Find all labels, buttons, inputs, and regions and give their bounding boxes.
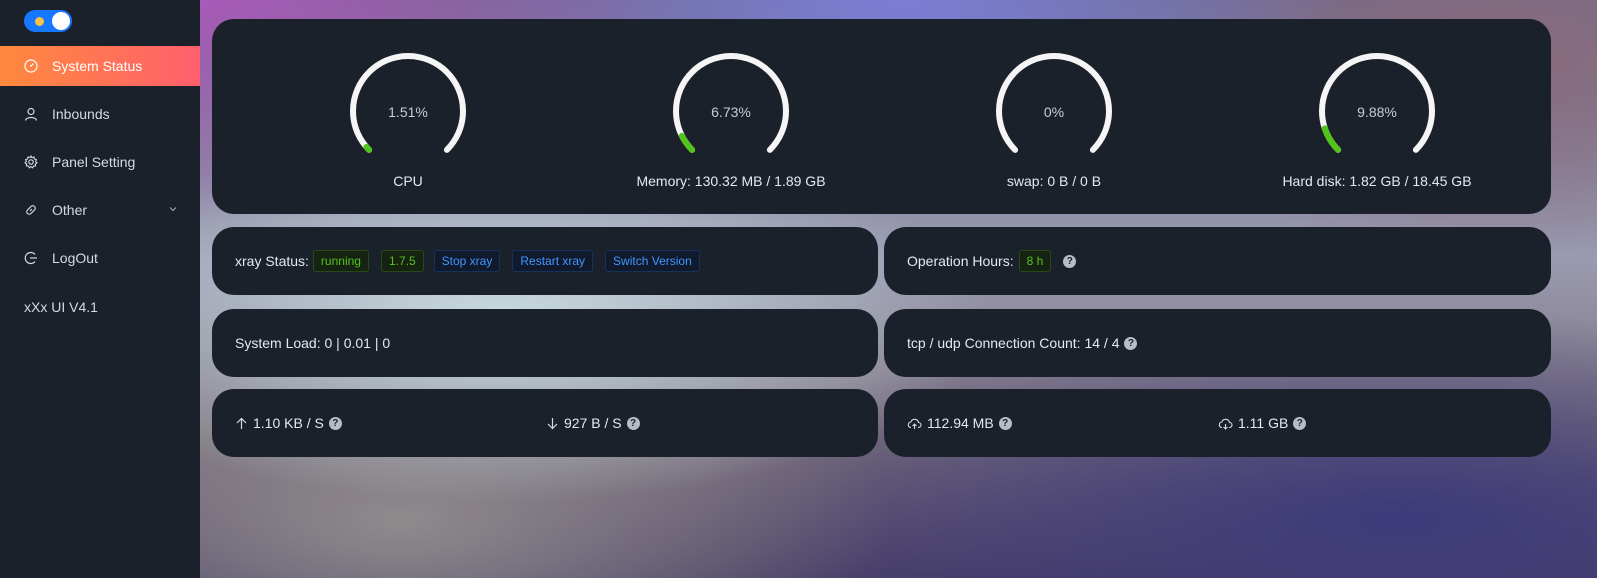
swap-gauge: 0% swap: 0 B / 0 B	[921, 19, 1181, 214]
download-speed-value: 927 B / S	[564, 415, 622, 431]
help-icon[interactable]: ?	[998, 416, 1012, 430]
network-total-card: 112.94 MB ? 1.11 GB ?	[884, 389, 1551, 457]
gauge-fill	[363, 144, 373, 153]
upload-speed: 1.10 KB / S ?	[235, 389, 342, 457]
logout-icon	[24, 251, 38, 265]
disk-gauge: 9.88% Hard disk: 1.82 GB / 18.45 GB	[1244, 19, 1504, 214]
operation-hours-badge: 8 h	[1018, 250, 1052, 272]
arrow-up-icon	[236, 417, 247, 429]
gauge-track	[1319, 53, 1435, 153]
swap-percent: 0%	[1043, 104, 1065, 120]
cpu-label: CPU	[393, 173, 423, 189]
sidebar-item-label: Panel Setting	[52, 154, 136, 170]
xray-status-card: xray Status: running 1.7.5 Stop xray Res…	[212, 227, 878, 295]
gear-icon	[24, 155, 38, 169]
chevron-down-icon	[169, 207, 177, 212]
restart-xray-button[interactable]: Restart xray	[512, 250, 594, 272]
disk-label: Hard disk: 1.82 GB / 18.45 GB	[1282, 173, 1472, 189]
sidebar-item-label: Other	[52, 202, 88, 218]
gauge-track	[996, 53, 1112, 153]
total-download: 1.11 GB ?	[1218, 389, 1307, 457]
disk-percent: 9.88%	[1357, 104, 1397, 120]
cloud-download-icon	[1218, 418, 1233, 430]
xray-status-label: xray Status:	[235, 253, 309, 269]
total-download-value: 1.11 GB	[1238, 415, 1289, 431]
cloud-upload-icon	[907, 418, 922, 429]
operation-hours-label: Operation Hours:	[907, 253, 1014, 269]
help-icon[interactable]: ?	[1063, 254, 1077, 268]
sidebar-item-label: LogOut	[52, 250, 98, 266]
sidebar-item-label: Inbounds	[52, 106, 110, 122]
gauge-track	[673, 53, 789, 153]
theme-toggle[interactable]	[24, 10, 72, 32]
cpu-gauge: 1.51% CPU	[275, 19, 535, 214]
xray-running-badge: running	[312, 250, 369, 272]
system-load-text: System Load: 0 | 0.01 | 0	[235, 335, 391, 351]
user-icon	[24, 107, 38, 121]
connection-count-text: tcp / udp Connection Count: 14 / 4	[907, 335, 1120, 351]
gauge-fill	[1321, 125, 1342, 153]
cpu-percent: 1.51%	[388, 104, 428, 120]
app-version: xXx UI V4.1	[24, 299, 98, 315]
sidebar-item-system-status[interactable]: System Status	[0, 46, 200, 86]
connection-count-card: tcp / udp Connection Count: 14 / 4 ?	[884, 309, 1551, 377]
toggle-knob	[52, 12, 70, 30]
memory-gauge: 6.73% Memory: 130.32 MB / 1.89 GB	[598, 19, 858, 214]
sidebar-menu: System Status Inbounds Panel Setting Oth…	[0, 46, 200, 286]
upload-speed-value: 1.10 KB / S	[253, 415, 324, 431]
sidebar-item-label: System Status	[52, 58, 143, 74]
xray-version-badge: 1.7.5	[380, 250, 424, 272]
arrow-down-icon	[547, 417, 558, 429]
download-speed: 927 B / S ?	[546, 389, 640, 457]
network-speed-card: 1.10 KB / S ? 927 B / S ?	[212, 389, 878, 457]
swap-label: swap: 0 B / 0 B	[1006, 173, 1102, 189]
sidebar-item-logout[interactable]: LogOut	[0, 238, 200, 278]
dashboard-icon	[24, 59, 38, 73]
system-gauges-card: 1.51% CPU 6.73% Memory: 130.32 MB / 1.89…	[212, 19, 1551, 214]
total-upload: 112.94 MB ?	[907, 389, 1012, 457]
total-upload-value: 112.94 MB	[927, 415, 994, 431]
main-content: 1.51% CPU 6.73% Memory: 130.32 MB / 1.89…	[200, 0, 1597, 578]
sun-icon	[35, 17, 44, 26]
help-icon[interactable]: ?	[1124, 336, 1138, 350]
sidebar: System Status Inbounds Panel Setting Oth…	[0, 0, 200, 578]
operation-hours-card: Operation Hours: 8 h ?	[884, 227, 1551, 295]
sidebar-item-other[interactable]: Other	[0, 190, 200, 230]
memory-label: Memory: 130.32 MB / 1.89 GB	[636, 173, 826, 189]
switch-version-button[interactable]: Switch Version	[605, 250, 700, 272]
help-icon[interactable]: ?	[328, 416, 342, 430]
sidebar-item-panel-setting[interactable]: Panel Setting	[0, 142, 200, 182]
help-icon[interactable]: ?	[626, 416, 640, 430]
gauge-fill	[678, 132, 696, 153]
system-load-card: System Load: 0 | 0.01 | 0	[212, 309, 878, 377]
sidebar-item-inbounds[interactable]: Inbounds	[0, 94, 200, 134]
stop-xray-button[interactable]: Stop xray	[433, 250, 501, 272]
gauge-track	[350, 53, 466, 153]
link-icon	[24, 203, 38, 217]
memory-percent: 6.73%	[711, 104, 751, 120]
help-icon[interactable]: ?	[1293, 416, 1307, 430]
